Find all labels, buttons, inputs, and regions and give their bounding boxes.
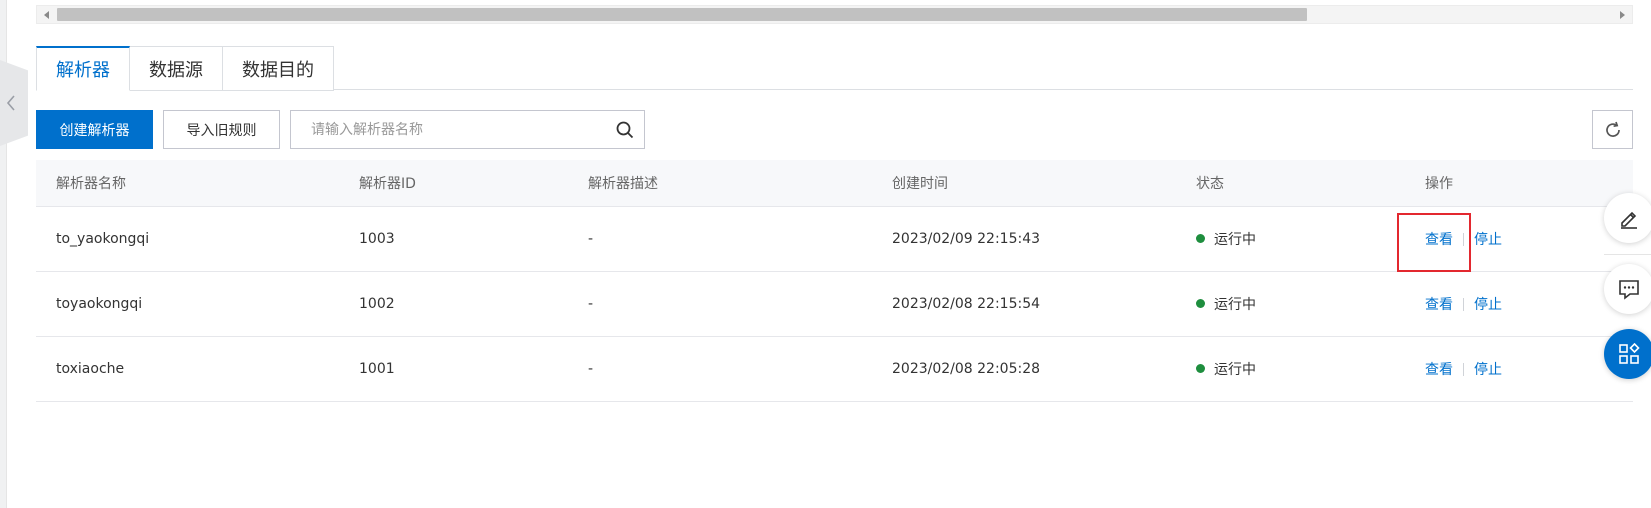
horizontal-scrollbar[interactable] (36, 5, 1633, 24)
parser-name: to_yaokongqi (56, 231, 150, 247)
parser-search-box (290, 110, 645, 149)
view-link[interactable]: 查看 (1425, 362, 1453, 378)
stop-link[interactable]: 停止 (1474, 232, 1502, 248)
scrollbar-thumb[interactable] (57, 8, 1307, 21)
table-header: 解析器名称 解析器ID 解析器描述 创建时间 状态 操作 (36, 160, 1633, 207)
chat-icon (1619, 280, 1639, 300)
status-running-dot-icon (1196, 299, 1205, 308)
stop-link[interactable]: 停止 (1474, 297, 1502, 313)
tab-data-source[interactable]: 数据源 (130, 46, 223, 91)
header-actions: 操作 (1425, 176, 1453, 192)
status-text: 运行中 (1214, 232, 1256, 248)
header-parser-id: 解析器ID (359, 176, 416, 192)
refresh-button[interactable] (1592, 110, 1633, 149)
tab-parser[interactable]: 解析器 (36, 46, 130, 91)
refresh-icon (1605, 121, 1620, 137)
created-time: 2023/02/08 22:05:28 (892, 361, 1041, 377)
parser-description: - (588, 231, 594, 247)
highlight-box (1397, 213, 1471, 272)
header-status: 状态 (1196, 176, 1224, 192)
table-row: to_yaokongqi 1003 - 2023/02/09 22:15:43 … (36, 207, 1633, 272)
view-link[interactable]: 查看 (1425, 297, 1453, 313)
status-text: 运行中 (1214, 362, 1256, 378)
parser-description: - (588, 361, 594, 377)
header-parser-description: 解析器描述 (588, 176, 658, 192)
row-actions: 查看 停止 (1425, 359, 1502, 379)
chevron-left-icon (6, 95, 15, 111)
edit-icon (1621, 211, 1637, 229)
created-time: 2023/02/08 22:15:54 (892, 296, 1041, 312)
scroll-left-arrow-icon[interactable] (41, 9, 53, 21)
chat-button[interactable] (1604, 264, 1651, 314)
status-running-dot-icon (1196, 364, 1205, 373)
table-row: toxiaoche 1001 - 2023/02/08 22:05:28 运行中… (36, 337, 1633, 402)
scroll-right-arrow-icon[interactable] (1616, 9, 1628, 21)
table-row: toyaokongqi 1002 - 2023/02/08 22:15:54 运… (36, 272, 1633, 337)
parser-table: 解析器名称 解析器ID 解析器描述 创建时间 状态 操作 to_yaokongq… (36, 160, 1633, 402)
parser-id: 1001 (359, 361, 395, 377)
apps-icon (1619, 342, 1640, 364)
status-text: 运行中 (1214, 297, 1256, 313)
header-created-time: 创建时间 (892, 176, 948, 192)
sidebar-collapse-handle[interactable] (0, 60, 28, 146)
created-time: 2023/02/09 22:15:43 (892, 231, 1041, 247)
status: 运行中 (1196, 229, 1256, 249)
action-divider (1463, 363, 1464, 376)
create-parser-button[interactable]: 创建解析器 (36, 110, 153, 149)
parser-name: toxiaoche (56, 361, 125, 377)
tab-data-destination[interactable]: 数据目的 (223, 46, 334, 91)
search-input[interactable] (291, 111, 601, 148)
parser-id: 1003 (359, 231, 395, 247)
header-parser-name: 解析器名称 (56, 176, 126, 192)
status: 运行中 (1196, 359, 1256, 379)
row-actions: 查看 停止 (1425, 294, 1502, 314)
status: 运行中 (1196, 294, 1256, 314)
parser-name: toyaokongqi (56, 296, 143, 312)
search-icon[interactable] (616, 121, 634, 139)
float-divider (1604, 254, 1651, 255)
apps-button[interactable] (1604, 329, 1651, 379)
action-divider (1463, 298, 1464, 311)
parser-id: 1002 (359, 296, 395, 312)
parser-description: - (588, 296, 594, 312)
feedback-edit-button[interactable] (1604, 193, 1651, 243)
stop-link[interactable]: 停止 (1474, 362, 1502, 378)
import-old-rules-button[interactable]: 导入旧规则 (163, 110, 280, 149)
tab-bar: 解析器 数据源 数据目的 (36, 46, 1633, 91)
status-running-dot-icon (1196, 234, 1205, 243)
